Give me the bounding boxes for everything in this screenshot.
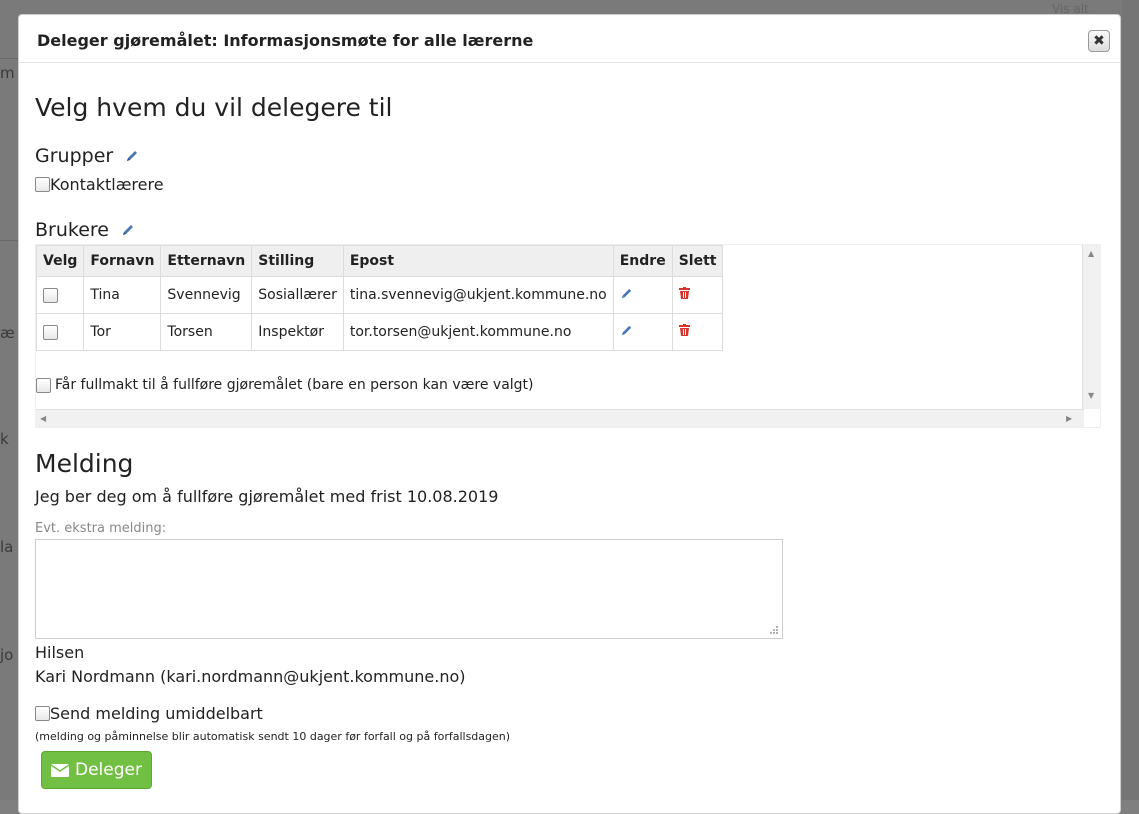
groups-label: Grupper [35, 145, 114, 167]
column-header: Epost [342, 245, 614, 277]
message-text: Jeg ber deg om å fullføre gjøremålet med… [35, 487, 499, 506]
table-row: Tina Svennevig Sosiallærer tina.svennevi… [35, 276, 724, 314]
edit-cell [612, 313, 673, 351]
email-cell: tor.torsen@ukjent.kommune.no [342, 313, 614, 351]
greeting-text: Hilsen [35, 643, 85, 662]
background-text: la [0, 538, 14, 556]
last-name-cell: Torsen [160, 313, 253, 351]
column-header: Slett [671, 245, 724, 277]
column-header: Stilling [251, 245, 344, 277]
group-item-label: Kontaktlærere [50, 175, 164, 194]
background-text: jo [0, 646, 14, 664]
edit-users-icon[interactable] [121, 220, 135, 242]
page-heading: Velg hvem du vil delegere til [35, 93, 393, 122]
edit-groups-icon[interactable] [125, 146, 139, 168]
horizontal-scrollbar[interactable]: ◀ ▶ [36, 409, 1084, 427]
column-header: Fornavn [83, 245, 162, 277]
select-user-checkbox[interactable] [43, 324, 58, 340]
position-cell: Sosiallærer [251, 276, 344, 314]
users-section: Brukere [35, 219, 135, 242]
fullmakt-label: Får fullmakt til å fullføre gjøremålet (… [55, 377, 534, 393]
edit-user-icon[interactable] [620, 325, 633, 341]
resize-grip-icon[interactable] [769, 625, 779, 635]
send-now-checkbox[interactable] [35, 706, 50, 721]
background-text: m [0, 64, 15, 82]
deleger-button-label: Deleger [75, 760, 142, 780]
column-header: Endre [612, 245, 673, 277]
delegate-modal: Deleger gjøremålet: Informasjonsmøte for… [18, 14, 1121, 814]
modal-title: Deleger gjøremålet: Informasjonsmøte for… [37, 31, 534, 50]
delete-user-icon[interactable] [678, 324, 690, 340]
send-now-option[interactable]: Send melding umiddelbart [35, 704, 263, 723]
first-name-cell: Tor [83, 313, 162, 351]
group-item-kontaktlaerere[interactable]: Kontaktlærere [35, 175, 164, 194]
deleger-button[interactable]: Deleger [41, 751, 152, 789]
close-icon: ✖ [1093, 33, 1105, 49]
background-text: k [0, 430, 9, 448]
email-cell: tina.svennevig@ukjent.kommune.no [342, 276, 614, 314]
close-button[interactable]: ✖ [1088, 30, 1110, 52]
scroll-down-icon[interactable]: ▼ [1088, 391, 1094, 400]
position-cell: Inspektør [251, 313, 344, 351]
delete-cell [671, 276, 724, 314]
edit-cell [612, 276, 673, 314]
send-now-label: Send melding umiddelbart [50, 704, 263, 723]
reminder-note: (melding og påminnelse blir automatisk s… [35, 730, 511, 743]
modal-header: Deleger gjøremålet: Informasjonsmøte for… [19, 15, 1120, 63]
background-scrollbar [1122, 0, 1139, 800]
users-table: Velg Fornavn Etternavn Stilling Epost En… [35, 245, 724, 351]
message-heading: Melding [35, 449, 134, 478]
users-label: Brukere [35, 219, 109, 241]
scroll-up-icon[interactable]: ▲ [1088, 249, 1094, 258]
groups-section: Grupper [35, 145, 139, 168]
scroll-left-icon[interactable]: ◀ [40, 414, 46, 423]
select-cell [35, 276, 85, 314]
users-table-scroll: Velg Fornavn Etternavn Stilling Epost En… [35, 244, 1101, 428]
first-name-cell: Tina [83, 276, 162, 314]
delete-cell [671, 313, 724, 351]
background-divider [0, 58, 18, 59]
scroll-right-icon[interactable]: ▶ [1066, 414, 1072, 423]
last-name-cell: Svennevig [160, 276, 253, 314]
fullmakt-checkbox[interactable] [36, 377, 51, 393]
background-text: æ [0, 324, 15, 342]
select-user-checkbox[interactable] [43, 287, 58, 303]
fullmakt-option[interactable]: Får fullmakt til å fullføre gjøremålet (… [36, 377, 534, 393]
column-header: Etternavn [160, 245, 253, 277]
extra-message-input[interactable] [35, 539, 783, 639]
extra-message-label: Evt. ekstra melding: [35, 521, 167, 536]
edit-user-icon[interactable] [620, 288, 633, 304]
table-row: Tor Torsen Inspektør tor.torsen@ukjent.k… [35, 313, 724, 351]
envelope-icon [51, 763, 69, 777]
sender-text: Kari Nordmann (kari.nordmann@ukjent.komm… [35, 667, 466, 686]
group-checkbox[interactable] [35, 177, 50, 192]
select-cell [35, 313, 85, 351]
vertical-scrollbar[interactable]: ▲ ▼ [1082, 245, 1100, 409]
column-header: Velg [35, 245, 85, 277]
delete-user-icon[interactable] [678, 287, 690, 303]
background-divider [0, 240, 18, 241]
